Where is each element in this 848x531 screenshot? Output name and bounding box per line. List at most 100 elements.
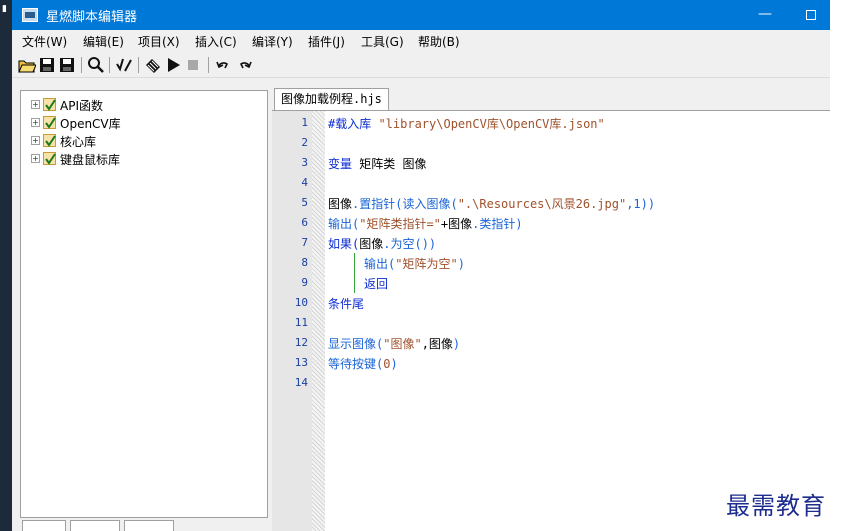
toolbar-separator — [208, 57, 209, 73]
code-token: ,1)) — [626, 197, 656, 211]
toolbar-separator — [109, 57, 110, 73]
tab-file[interactable]: 图像加载例程.hjs — [274, 88, 389, 110]
code-token: 矩阵类 图像 — [359, 157, 427, 171]
desktop-edge: ▮ — [0, 0, 12, 531]
menu-project[interactable]: 项目(X) — [138, 33, 180, 50]
line-number: 6 — [301, 216, 308, 229]
line-number: 7 — [301, 236, 308, 249]
menu-file[interactable]: 文件(W) — [22, 33, 67, 50]
tree-item-label: 核心库 — [60, 135, 97, 149]
check-icon[interactable] — [115, 56, 133, 74]
code-token: "图像" — [383, 337, 422, 351]
panel-tab[interactable] — [70, 520, 120, 531]
maximize-button[interactable] — [788, 0, 834, 30]
save-all-icon[interactable] — [58, 56, 76, 74]
checked-icon[interactable] — [43, 134, 56, 147]
checked-icon[interactable] — [43, 116, 56, 129]
code-token: 图像 — [328, 197, 353, 211]
menu-tools[interactable]: 工具(G) — [361, 33, 404, 50]
title-bar[interactable]: 星燃脚本编辑器 — — [12, 0, 830, 30]
menu-bar: 文件(W) 编辑(E) 项目(X) 插入(C) 编译(Y) 插件(J) 工具(G… — [12, 30, 830, 52]
menu-help[interactable]: 帮助(B) — [418, 33, 460, 50]
undo-icon[interactable] — [215, 56, 233, 74]
code-token: 图像 — [359, 237, 384, 251]
code-token: 条件尾 — [328, 297, 365, 311]
app-window: ▮ 星燃脚本编辑器 — 文件(W) 编辑(E) 项目(X) 插入(C) 编译(Y… — [0, 0, 848, 531]
maximize-icon — [806, 10, 816, 20]
code-token: #载入库 — [328, 117, 379, 131]
code-token: .为空()) — [383, 237, 437, 251]
line-number: 11 — [294, 316, 308, 329]
code-token: 输出( — [328, 217, 360, 231]
code-line-7: 如果(图像.为空()) — [328, 235, 436, 252]
toolbar-separator — [81, 57, 82, 73]
panel-tabs — [20, 520, 268, 531]
code-line-9: 返回 — [364, 275, 388, 292]
code-token: 等待按键( — [328, 357, 384, 371]
code-token: +图像 — [440, 217, 473, 231]
menu-edit[interactable]: 编辑(E) — [83, 33, 124, 50]
code-token: 输出( — [364, 257, 396, 271]
menu-compile[interactable]: 编译(Y) — [252, 33, 293, 50]
app-icon — [22, 8, 38, 22]
menu-plugin[interactable]: 插件(J) — [308, 33, 345, 50]
code-line-8: 输出("矩阵为空") — [364, 255, 465, 272]
code-editor[interactable]: 1 2 3 4 5 6 7 8 9 10 11 12 13 14 #载入库 "l… — [272, 110, 830, 531]
minimize-button[interactable]: — — [742, 0, 788, 30]
code-token: 显示图像( — [328, 337, 384, 351]
code-token: ) — [390, 357, 398, 371]
checked-icon[interactable] — [43, 98, 56, 111]
line-number: 3 — [301, 156, 308, 169]
tree-item-label: API函数 — [60, 99, 103, 113]
find-icon[interactable] — [87, 56, 105, 74]
code-token: 变量 — [328, 157, 360, 171]
line-number: 2 — [301, 136, 308, 149]
desktop-glyph: ▮ — [2, 4, 7, 14]
code-line-10: 条件尾 — [328, 295, 364, 312]
save-icon[interactable] — [38, 56, 56, 74]
editor-area: 图像加载例程.hjs 1 2 3 4 5 6 7 8 9 10 11 12 13… — [272, 84, 830, 531]
code-line-12: 显示图像("图像",图像) — [328, 335, 460, 352]
build-icon[interactable] — [144, 56, 162, 74]
toolbar-separator — [138, 57, 139, 73]
fold-margin — [312, 111, 325, 531]
line-number: 14 — [294, 376, 308, 389]
redo-icon[interactable] — [235, 56, 253, 74]
line-number: 1 — [301, 116, 308, 129]
line-number: 13 — [294, 356, 308, 369]
code-line-3: 变量 矩阵类 图像 — [328, 155, 426, 172]
toolbar — [12, 52, 830, 78]
stop-icon[interactable] — [184, 56, 202, 74]
window-title: 星燃脚本编辑器 — [46, 10, 138, 25]
code-token: .类指针) — [472, 217, 523, 231]
code-line-6: 输出("矩阵类指针="+图像.类指针) — [328, 215, 523, 232]
menu-insert[interactable]: 插入(C) — [195, 33, 237, 50]
expand-icon[interactable]: + — [31, 136, 40, 145]
run-icon[interactable] — [164, 56, 182, 74]
line-number: 9 — [301, 276, 308, 289]
library-tree-panel: + API函数 + OpenCV库 + 核心库 + 键盘鼠标库 — [20, 90, 268, 518]
indent-guide — [354, 253, 355, 293]
panel-tab[interactable] — [22, 520, 66, 531]
code-token: "矩阵为空" — [395, 257, 458, 271]
code-token: ) — [452, 337, 461, 351]
code-token: "矩阵类指针=" — [359, 217, 441, 231]
line-number: 10 — [294, 296, 308, 309]
code-token: "library\OpenCV库\OpenCV库.json" — [378, 117, 605, 131]
tree-item-label: OpenCV库 — [60, 117, 121, 131]
line-number: 4 — [301, 176, 308, 189]
code-token: ,图像 — [421, 337, 453, 351]
checked-icon[interactable] — [43, 152, 56, 165]
expand-icon[interactable]: + — [31, 118, 40, 127]
code-line-5: 图像.置指针(读入图像(".\Resources\风景26.jpg",1)) — [328, 195, 655, 212]
code-line-13: 等待按键(0) — [328, 355, 398, 372]
expand-icon[interactable]: + — [31, 154, 40, 163]
panel-tab[interactable] — [124, 520, 174, 531]
line-number: 5 — [301, 196, 308, 209]
line-number-gutter: 1 2 3 4 5 6 7 8 9 10 11 12 13 14 — [272, 111, 312, 531]
code-token: 如果( — [328, 237, 360, 251]
editor-app: 星燃脚本编辑器 — 文件(W) 编辑(E) 项目(X) 插入(C) 编译(Y) … — [12, 0, 830, 531]
expand-icon[interactable]: + — [31, 100, 40, 109]
open-icon[interactable] — [18, 56, 37, 74]
code-token: .置指针(读入图像( — [352, 197, 458, 211]
